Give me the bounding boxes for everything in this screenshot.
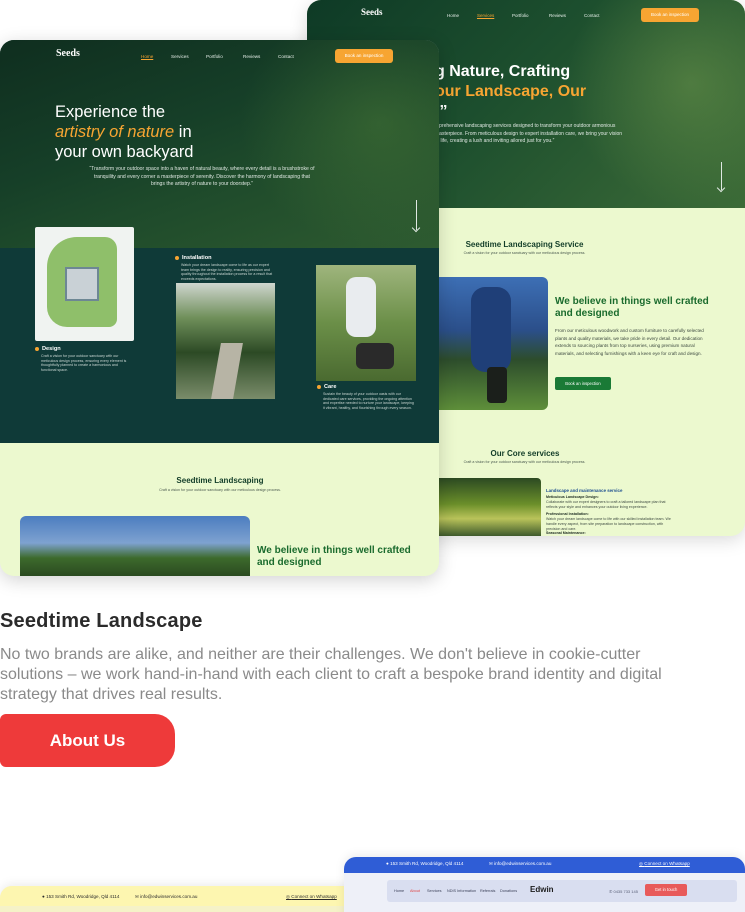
nav-portfolio[interactable]: Portfolio <box>206 54 223 59</box>
nav-portfolio[interactable]: Portfolio <box>512 13 529 18</box>
whatsapp-label: Connect on Whatsapp <box>644 861 690 866</box>
nav-reviews[interactable]: Reviews <box>243 54 260 59</box>
nav-about[interactable]: About <box>410 889 420 893</box>
book-inspection-button[interactable]: Book an inspection <box>555 377 611 390</box>
website-mockup-bottom-right: ● 153 Smith Rd, Woodridge, Qld 4114 ✉ in… <box>344 857 745 912</box>
landscape-plan-image <box>35 227 134 341</box>
address-text: ● 153 Smith Rd, Woodridge, Qld 4114 <box>42 894 119 899</box>
get-in-touch-button[interactable]: Get in touch <box>645 884 687 896</box>
believe-heading: We believe in things well crafted and de… <box>257 545 411 568</box>
section-title: Seedtime Landscape <box>0 610 203 632</box>
logo[interactable]: Edwin <box>530 885 554 894</box>
contact-topbar: ● 153 Smith Rd, Woodridge, Qld 4114 ✉ in… <box>344 857 745 873</box>
nav-services[interactable]: Services <box>171 54 189 59</box>
email-text[interactable]: ✉ info@edwinservices.com.au <box>135 894 197 900</box>
step-care-desc: Sustain the beauty of your outdoor oasis… <box>323 392 414 410</box>
hero-headline: Experience the artistry of nature in you… <box>55 102 255 162</box>
core-item-title: Seasonal Maintenance: <box>546 531 586 535</box>
hero-headline: g Nature, Crafting our Landscape, Our .” <box>435 62 735 122</box>
section-body: No two brands are alike, and neither are… <box>0 646 662 703</box>
navbar: Home About Services NDIS Information Ref… <box>387 880 737 902</box>
trees-photo <box>20 516 250 576</box>
step-care-title: Care <box>317 384 336 390</box>
address-text: ● 153 Smith Rd, Woodridge, Qld 4114 <box>386 861 463 866</box>
headline-line: .” <box>435 103 448 120</box>
core-service-item: Seasonal Maintenance: <box>546 531 676 536</box>
care-photo <box>316 265 416 381</box>
headline-line: in <box>174 123 192 141</box>
hero-description: mprehensive landscaping services designe… <box>435 123 623 144</box>
address-value: 153 Smith Rd, Woodridge, Qld 4114 <box>46 894 120 899</box>
logo[interactable]: Seeds <box>361 7 383 17</box>
whatsapp-link[interactable]: ◎ Connect on Whatsapp <box>286 894 337 900</box>
gardener-photo <box>431 277 548 410</box>
nav-referrals[interactable]: Referrals <box>480 889 495 893</box>
book-inspection-button[interactable]: Book an inspection <box>641 8 699 22</box>
whatsapp-link[interactable]: ◎ Connect on Whatsapp <box>639 861 690 867</box>
installation-photo <box>176 283 275 399</box>
scroll-down-arrow-icon[interactable] <box>721 162 722 190</box>
whatsapp-label: Connect on Whatsapp <box>291 894 337 899</box>
garden-photo <box>431 478 541 536</box>
contact-topbar: ● 153 Smith Rd, Woodridge, Qld 4114 ✉ in… <box>0 886 392 906</box>
website-mockup-front: Seeds Home Services Portfolio Reviews Co… <box>0 40 439 576</box>
step-design-title: Design <box>35 346 61 352</box>
nav-home[interactable]: Home <box>394 889 404 893</box>
service-title: Seedtime Landscaping Service <box>465 240 584 249</box>
core-item-text: Watch your dream landscape come to life … <box>546 517 671 531</box>
scroll-down-arrow-icon[interactable] <box>416 200 417 230</box>
email-value: info@edwinservices.com.au <box>140 894 198 899</box>
headline-line: Experience the <box>55 103 166 121</box>
nav-home[interactable]: Home <box>447 13 459 18</box>
core-service-heading: Landscape and maintenance service <box>546 488 623 493</box>
book-inspection-button[interactable]: Book an inspection <box>335 49 393 63</box>
phone-value: 0435 733 145 <box>613 889 638 894</box>
logo[interactable]: Seeds <box>56 48 80 59</box>
core-item-text: Collaborate with our expert designers to… <box>546 500 666 509</box>
navbar: Seeds Home Services Portfolio Reviews Co… <box>307 0 745 32</box>
step-installation-desc: Watch your dream landscape come to life … <box>181 263 273 281</box>
portfolio-page: Seeds Home Services Portfolio Reviews Co… <box>0 0 745 912</box>
believe-description: From our meticulous woodwork and custom … <box>555 328 704 356</box>
address-value: 153 Smith Rd, Woodridge, Qld 4114 <box>390 861 464 866</box>
core-services-title: Our Core services <box>490 449 560 458</box>
nav-services[interactable]: Services <box>477 13 494 18</box>
nav-reviews[interactable]: Reviews <box>549 13 566 18</box>
headline-line: g Nature, Crafting <box>435 63 571 80</box>
step-design-desc: Craft a vision for your outdoor sanctuar… <box>41 354 127 372</box>
believe-heading: We believe in things well crafted and de… <box>555 296 709 319</box>
nav-contact[interactable]: Contact <box>584 13 600 18</box>
email-value: info@edwinservices.com.au <box>494 861 552 866</box>
core-services-subtitle: Craft a vision for your outdoor sanctuar… <box>463 460 586 464</box>
headline-line: your own backyard <box>55 143 194 161</box>
seedtime-title: Seedtime Landscaping <box>176 476 264 485</box>
nav-contact[interactable]: Contact <box>278 54 294 59</box>
nav-donations[interactable]: Donations <box>500 889 517 893</box>
step-installation-title: Installation <box>175 255 212 261</box>
seedtime-subtitle: Craft a vision for your outdoor sanctuar… <box>159 488 281 492</box>
hero-quote: “Transform your outdoor space into a hav… <box>89 166 315 187</box>
core-service-item: Professional Installation: Watch your dr… <box>546 512 676 532</box>
website-mockup-bottom-left: ● 153 Smith Rd, Woodridge, Qld 4114 ✉ in… <box>0 886 392 912</box>
email-text[interactable]: ✉ info@edwinservices.com.au <box>489 861 551 867</box>
headline-line: our Landscape, Our <box>435 83 587 100</box>
core-service-item: Meticulous Landscape Design: Collaborate… <box>546 495 676 510</box>
headline-accent: artistry of nature <box>55 123 175 141</box>
nav-services[interactable]: Services <box>427 889 442 893</box>
phone-text[interactable]: ✆ 0435 733 145 <box>609 889 638 894</box>
about-us-button[interactable]: About Us <box>0 714 175 767</box>
nav-ndis[interactable]: NDIS Information <box>447 889 476 893</box>
nav-home[interactable]: Home <box>141 54 153 59</box>
service-subtitle: Craft a vision for your outdoor sanctuar… <box>463 251 586 255</box>
